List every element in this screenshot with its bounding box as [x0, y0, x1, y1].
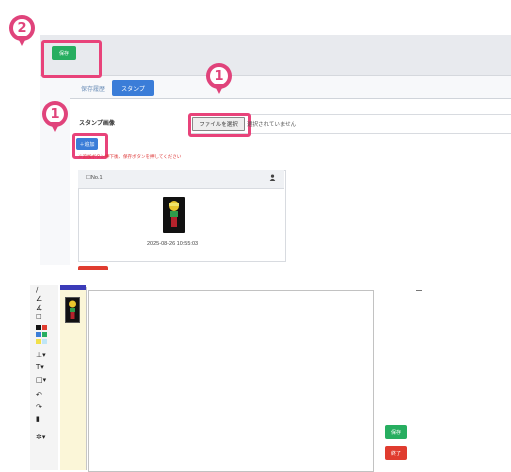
settings-icon[interactable]: ✲▾: [36, 434, 45, 441]
file-status-text: 選択されていません: [247, 122, 297, 128]
stamp-palette-item[interactable]: [65, 297, 80, 323]
pen-icon[interactable]: ∕: [36, 287, 38, 294]
text-tool-icon[interactable]: T▾: [36, 364, 44, 371]
redo-icon[interactable]: ↷: [36, 404, 42, 411]
editor-close-button[interactable]: 終了: [385, 446, 407, 460]
step-marker-2: 2: [9, 15, 35, 46]
stamp-tool-icon[interactable]: ⊥▾: [36, 352, 46, 359]
step-marker-1-add: 1: [42, 101, 68, 132]
instruction-note: ※追加ボタン押下後、保存ボタンを押してください: [78, 154, 182, 159]
color-green-swatch[interactable]: [42, 332, 47, 337]
add-button[interactable]: ＋追加: [76, 138, 98, 150]
color-blue-swatch[interactable]: [36, 332, 41, 337]
partial-delete-button[interactable]: [78, 266, 108, 270]
color-yellow-swatch[interactable]: [36, 339, 41, 344]
step-marker-label: 1: [210, 67, 228, 85]
minimize-mark: [416, 290, 422, 291]
shape-tool-icon[interactable]: □▾: [36, 377, 46, 384]
stamp-palette-tab[interactable]: [60, 285, 86, 290]
stamp-card-title[interactable]: ☐No.1: [86, 175, 103, 181]
top-toolbar: [40, 35, 511, 76]
step-marker-1-file: 1: [206, 63, 232, 94]
stamp-thumbnail: [163, 197, 185, 233]
tab-save-history[interactable]: 保存履歴: [76, 80, 110, 96]
pen-icon[interactable]: ∠: [36, 296, 42, 303]
tab-bar: 保存履歴 スタンプ: [70, 78, 511, 99]
stamp-image-label: スタンプ画像: [79, 121, 115, 127]
color-lightblue-swatch[interactable]: [42, 339, 47, 344]
drawing-canvas[interactable]: [88, 290, 374, 472]
stamp-date: 2025-08-26 10:55:03: [147, 241, 199, 247]
pen-bold-icon[interactable]: ∡: [36, 305, 42, 312]
tab-stamp[interactable]: スタンプ: [112, 80, 154, 96]
editor-save-button[interactable]: 保存: [385, 425, 407, 439]
trash-icon[interactable]: ▮: [36, 416, 40, 423]
color-red-swatch[interactable]: [42, 325, 47, 330]
step-marker-label: 1: [46, 105, 64, 123]
person-icon: [269, 174, 276, 183]
eraser-icon[interactable]: □: [36, 314, 42, 320]
step-marker-label: 2: [13, 19, 31, 37]
undo-icon[interactable]: ↶: [36, 392, 42, 399]
stamp-card-header: [78, 170, 284, 189]
color-black-swatch[interactable]: [36, 325, 41, 330]
save-button[interactable]: 保存: [52, 46, 76, 60]
choose-file-button[interactable]: ファイルを選択: [192, 117, 245, 131]
